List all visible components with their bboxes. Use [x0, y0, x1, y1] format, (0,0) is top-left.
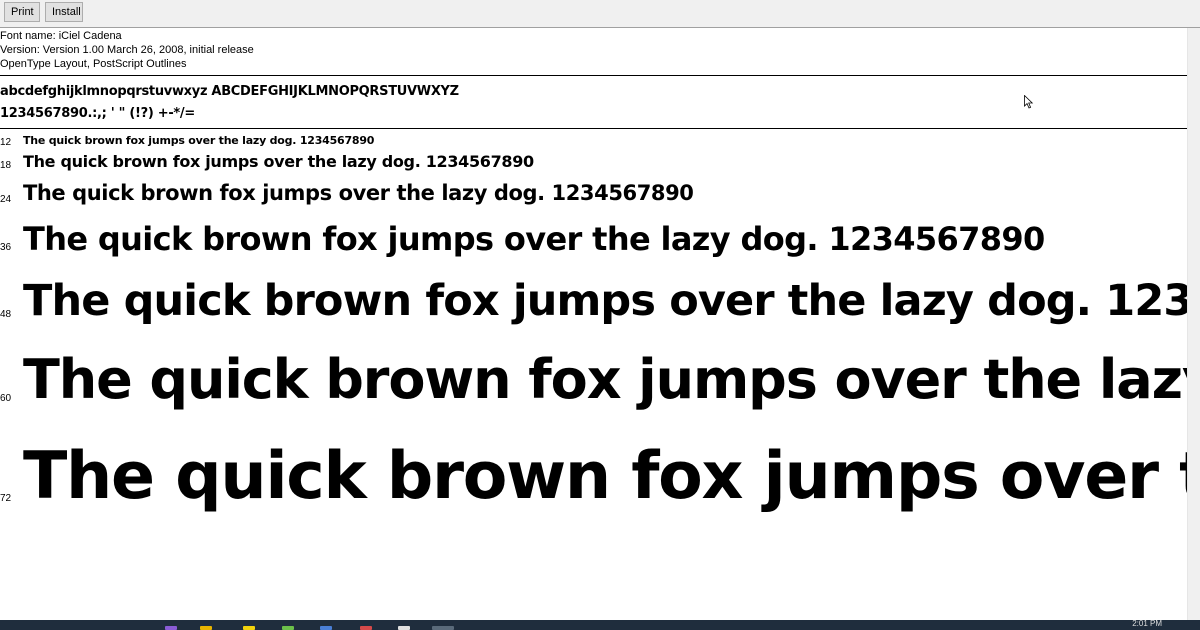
app-icon[interactable] [243, 626, 255, 630]
size-label: 36 [0, 242, 12, 253]
sample-text-48: The quick brown fox jumps over the lazy … [23, 276, 1187, 326]
app-icon[interactable] [360, 626, 372, 630]
sample-text-36: The quick brown fox jumps over the lazy … [23, 220, 1045, 258]
taskbar: 2:01 PM [0, 620, 1200, 630]
divider [0, 75, 1187, 76]
sample-text-60: The quick brown fox jumps over the lazy … [23, 348, 1187, 411]
charset-symbols: 1234567890.:,; ' " (!?) +-*/= [0, 106, 195, 121]
vertical-scrollbar[interactable] [1187, 28, 1200, 620]
taskbar-clock: 2:01 PM [1132, 619, 1162, 628]
sample-text-72: The quick brown fox jumps over the lazy … [23, 439, 1187, 514]
sample-text-12: The quick brown fox jumps over the lazy … [23, 134, 375, 147]
font-viewer-taskbar-icon[interactable] [432, 626, 454, 630]
app-icon[interactable] [398, 626, 410, 630]
sample-text-24: The quick brown fox jumps over the lazy … [23, 181, 694, 205]
mouse-cursor-icon [1024, 95, 1034, 109]
font-version-line: Version: Version 1.00 March 26, 2008, in… [0, 44, 254, 56]
font-viewer-window: Print Install Font name: iCiel Cadena Ve… [0, 0, 1200, 630]
print-button[interactable]: Print [4, 2, 40, 22]
charset-letters: abcdefghijklmnopqrstuvwxyz ABCDEFGHIJKLM… [0, 84, 459, 99]
size-label: 24 [0, 194, 12, 205]
size-label: 18 [0, 160, 12, 171]
divider [0, 128, 1187, 129]
toolbar: Print Install [0, 0, 1200, 28]
size-label: 48 [0, 309, 12, 320]
sample-text-18: The quick brown fox jumps over the lazy … [23, 152, 534, 171]
app-icon[interactable] [165, 626, 177, 630]
size-label: 12 [0, 137, 12, 148]
install-button[interactable]: Install [45, 2, 83, 22]
size-label: 72 [0, 493, 12, 504]
app-icon[interactable] [320, 626, 332, 630]
font-format-line: OpenType Layout, PostScript Outlines [0, 58, 187, 70]
app-icon[interactable] [200, 626, 212, 630]
font-preview-pane: Font name: iCiel Cadena Version: Version… [0, 28, 1187, 620]
app-icon[interactable] [282, 626, 294, 630]
font-name-line: Font name: iCiel Cadena [0, 30, 122, 42]
size-label: 60 [0, 393, 12, 404]
